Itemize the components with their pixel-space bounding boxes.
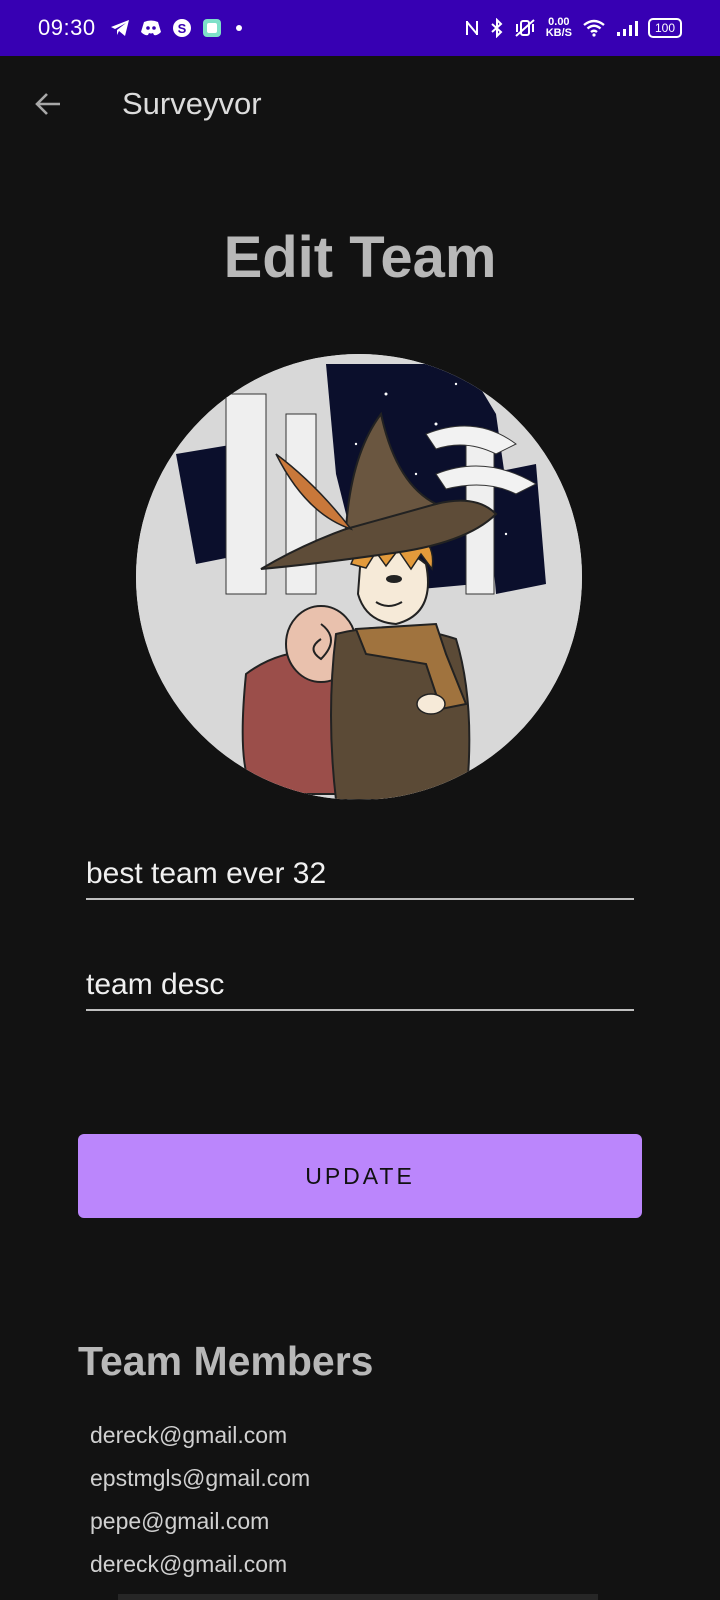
- svg-text:S: S: [177, 21, 186, 36]
- system-icons: 0.00 KB/S 100: [464, 17, 682, 39]
- dot-icon: [232, 21, 246, 35]
- team-description-input[interactable]: [86, 961, 634, 1011]
- bluetooth-icon: [490, 18, 504, 38]
- network-speed: 0.00 KB/S: [546, 17, 572, 39]
- arrow-back-icon: [33, 89, 63, 119]
- discord-icon: [140, 19, 162, 37]
- list-item: dereck@gmail.com: [90, 1551, 288, 1577]
- list-item: dereck@gmail.com: [90, 1422, 288, 1448]
- page-title: Edit Team: [223, 225, 497, 290]
- back-button[interactable]: [28, 82, 68, 126]
- telegram-icon: [110, 19, 130, 37]
- wifi-icon: [582, 19, 606, 37]
- signal-icon: [616, 19, 638, 37]
- nfc-icon: [464, 19, 480, 37]
- app-title: Surveyvor: [122, 86, 262, 121]
- battery-icon: 100: [648, 18, 682, 38]
- list-item: pepe@gmail.com: [90, 1508, 270, 1534]
- network-speed-unit: KB/S: [545, 27, 572, 39]
- notification-icons: S: [110, 18, 246, 38]
- team-name-input[interactable]: [86, 850, 634, 900]
- status-bar: 09:30 S 0.00 KB/S 100: [0, 0, 720, 56]
- list-item: epstmgls@gmail.com: [90, 1465, 311, 1491]
- status-time: 09:30: [38, 15, 96, 40]
- team-members-title: Team Members: [78, 1338, 374, 1384]
- team-avatar-image[interactable]: [136, 354, 582, 800]
- vibrate-icon: [514, 19, 536, 37]
- app-bar: Surveyvor: [0, 56, 720, 152]
- app-icon: [202, 18, 222, 38]
- update-button[interactable]: UPDATE: [78, 1134, 642, 1218]
- team-members-list: dereck@gmail.com epstmgls@gmail.com pepe…: [90, 1414, 310, 1586]
- bottom-edge-divider: [118, 1594, 598, 1600]
- skype-icon: S: [172, 18, 192, 38]
